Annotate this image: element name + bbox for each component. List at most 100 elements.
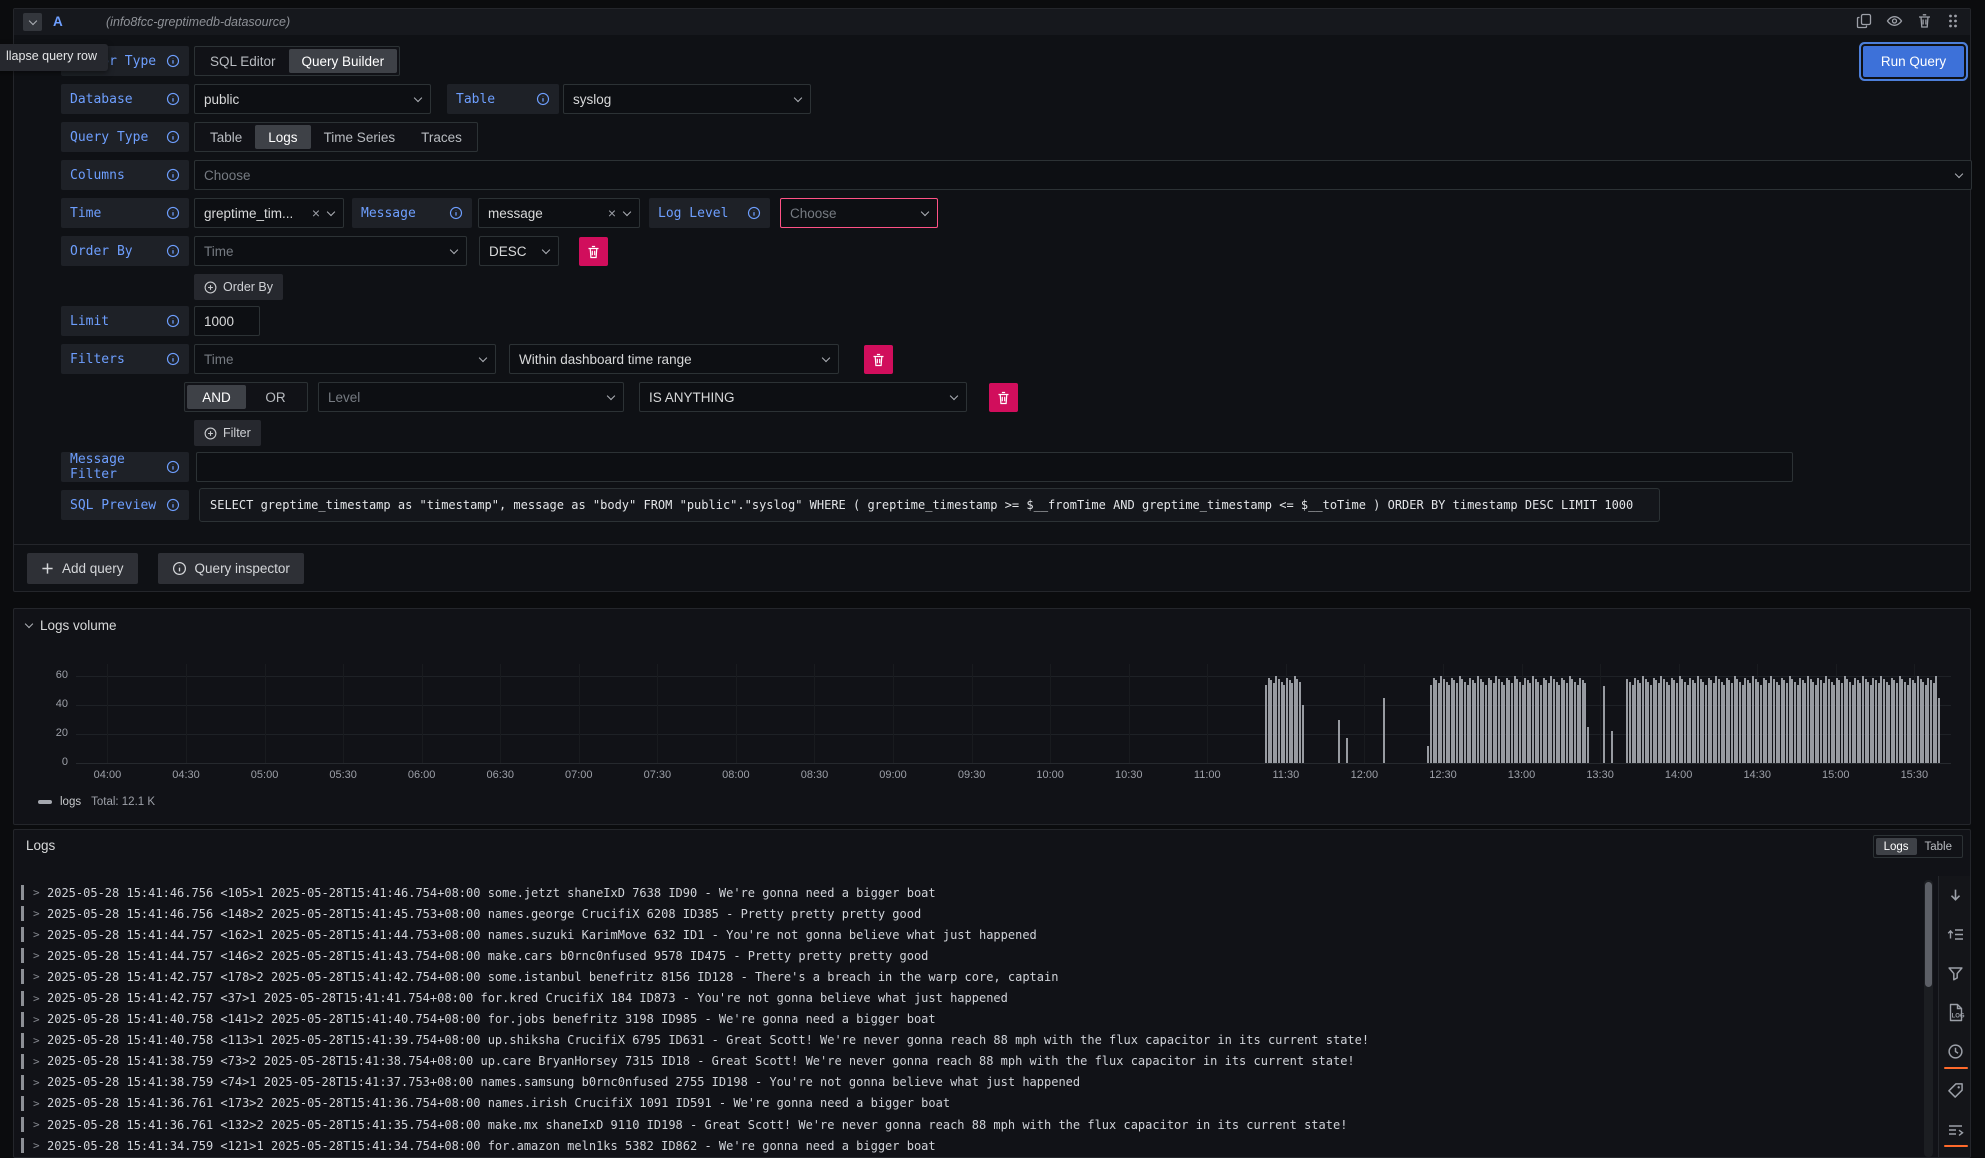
query-type-option-traces[interactable]: Traces xyxy=(408,125,475,149)
volume-bar xyxy=(1587,727,1589,763)
log-row[interactable]: >2025-05-28 15:41:36.761 <132>2 2025-05-… xyxy=(20,1114,1914,1135)
drag-handle-icon[interactable] xyxy=(1946,13,1960,29)
log-row[interactable]: >2025-05-28 15:41:38.759 <73>2 2025-05-2… xyxy=(20,1051,1914,1072)
volume-bar xyxy=(1901,679,1903,763)
log-row[interactable]: >2025-05-28 15:41:38.759 <74>1 2025-05-2… xyxy=(20,1072,1914,1093)
info-icon[interactable] xyxy=(166,460,180,474)
x-axis-tick-label: 11:00 xyxy=(1185,769,1229,781)
log-line-text: 2025-05-28 15:41:42.757 <178>2 2025-05-2… xyxy=(47,970,1058,984)
logs-scrollbar-track[interactable] xyxy=(1924,880,1933,1157)
filter-icon[interactable] xyxy=(1944,962,1968,985)
x-gridline xyxy=(422,664,423,763)
time-column-select[interactable]: greptime_tim... × xyxy=(194,198,344,228)
query-inspector-button[interactable]: Query inspector xyxy=(158,553,304,584)
logic-operator-toggle: ANDOR xyxy=(184,382,308,412)
volume-bar xyxy=(1692,680,1694,763)
filter-condition-select[interactable]: Within dashboard time range xyxy=(509,344,839,374)
info-icon[interactable] xyxy=(166,130,180,144)
log-row[interactable]: >2025-05-28 15:41:36.761 <173>2 2025-05-… xyxy=(20,1093,1914,1114)
log-level-indicator xyxy=(21,1117,24,1132)
clock-icon[interactable] xyxy=(1944,1040,1968,1063)
sub-filter-condition-select[interactable]: IS ANYTHING xyxy=(639,382,967,412)
legend-series-swatch xyxy=(38,800,52,804)
log-file-icon[interactable]: LOG xyxy=(1944,1001,1968,1024)
database-select[interactable]: public xyxy=(194,84,431,114)
editor-type-option-query-builder[interactable]: Query Builder xyxy=(289,49,398,73)
info-icon[interactable] xyxy=(536,92,550,106)
info-icon[interactable] xyxy=(166,244,180,258)
query-type-option-time-series[interactable]: Time Series xyxy=(311,125,409,149)
logic-operator-or[interactable]: OR xyxy=(246,385,305,409)
chevron-down-icon xyxy=(327,207,335,215)
info-icon[interactable] xyxy=(747,206,761,220)
scroll-to-top-icon[interactable] xyxy=(1944,923,1968,946)
query-footer: Add query Query inspector xyxy=(27,553,304,584)
hide-response-eye-icon[interactable] xyxy=(1886,13,1903,29)
log-row[interactable]: >2025-05-28 15:41:34.759 <121>1 2025-05-… xyxy=(20,1135,1914,1156)
info-icon[interactable] xyxy=(166,498,180,512)
log-row[interactable]: >2025-05-28 15:41:40.758 <141>2 2025-05-… xyxy=(20,1009,1914,1030)
log-row[interactable]: >2025-05-28 15:41:42.757 <178>2 2025-05-… xyxy=(20,966,1914,987)
info-icon[interactable] xyxy=(166,54,180,68)
collapse-query-row-button[interactable] xyxy=(23,13,42,31)
volume-bar xyxy=(1453,680,1455,763)
info-icon[interactable] xyxy=(166,352,180,366)
x-gridline xyxy=(343,664,344,763)
database-label: Database xyxy=(61,84,189,114)
limit-row: Limit 1000 xyxy=(61,306,260,336)
filter-field-select[interactable]: Time xyxy=(194,344,496,374)
clear-icon[interactable]: × xyxy=(312,206,320,220)
remove-filter-button[interactable] xyxy=(864,345,893,374)
time-message-loglevel-row: Time greptime_tim... × Message message ×… xyxy=(61,198,938,228)
log-level-select[interactable]: Choose xyxy=(780,198,938,228)
info-icon[interactable] xyxy=(166,92,180,106)
table-select[interactable]: syslog xyxy=(563,84,811,114)
logs-scrollbar-thumb[interactable] xyxy=(1925,882,1932,987)
editor-type-option-sql-editor[interactable]: SQL Editor xyxy=(197,49,289,73)
log-line-text: 2025-05-28 15:41:46.756 <148>2 2025-05-2… xyxy=(47,907,921,921)
log-row[interactable]: >2025-05-28 15:41:40.758 <113>1 2025-05-… xyxy=(20,1030,1914,1051)
add-filter-button[interactable]: Filter xyxy=(194,420,261,446)
add-order-by-button[interactable]: Order By xyxy=(194,274,283,300)
log-row[interactable]: >2025-05-28 15:41:44.757 <162>1 2025-05-… xyxy=(20,924,1914,945)
chevron-down-icon xyxy=(794,93,802,101)
chevron-down-icon xyxy=(28,16,36,24)
add-query-button[interactable]: Add query xyxy=(27,553,138,584)
remove-query-trash-icon[interactable] xyxy=(1917,13,1932,29)
query-type-option-table[interactable]: Table xyxy=(197,125,255,149)
sub-filter-field-select[interactable]: Level xyxy=(318,382,624,412)
logs-view-option-logs[interactable]: Logs xyxy=(1876,838,1917,855)
run-query-button[interactable]: Run Query xyxy=(1863,46,1964,77)
message-column-select[interactable]: message × xyxy=(478,198,640,228)
legend-item-logs[interactable]: logs Total: 12.1 K xyxy=(38,796,155,808)
message-filter-input[interactable] xyxy=(196,452,1793,482)
duplicate-query-icon[interactable] xyxy=(1856,13,1872,29)
log-row[interactable]: >2025-05-28 15:41:46.756 <148>2 2025-05-… xyxy=(20,903,1914,924)
limit-input[interactable]: 1000 xyxy=(194,306,260,336)
info-icon[interactable] xyxy=(166,314,180,328)
logs-volume-header[interactable]: Logs volume xyxy=(26,618,117,633)
info-icon[interactable] xyxy=(166,168,180,182)
order-direction-select[interactable]: DESC xyxy=(479,236,559,266)
clear-icon[interactable]: × xyxy=(608,206,616,220)
info-icon[interactable] xyxy=(449,206,463,220)
order-by-field-select[interactable]: Time xyxy=(194,236,467,266)
remove-order-by-button[interactable] xyxy=(579,237,608,266)
info-icon[interactable] xyxy=(166,206,180,220)
forward-logs-icon[interactable] xyxy=(1944,1118,1968,1141)
logs-side-toolbar: LOG xyxy=(1938,876,1971,1157)
log-row[interactable]: >2025-05-28 15:41:44.757 <146>2 2025-05-… xyxy=(20,945,1914,966)
columns-select[interactable]: Choose xyxy=(194,160,1972,190)
remove-sub-filter-button[interactable] xyxy=(989,383,1018,412)
volume-bar xyxy=(1286,678,1288,764)
query-ref-id[interactable]: A xyxy=(53,14,63,29)
logic-operator-and[interactable]: AND xyxy=(187,385,246,409)
log-row[interactable]: >2025-05-28 15:41:46.756 <105>1 2025-05-… xyxy=(20,882,1914,903)
query-type-option-logs[interactable]: Logs xyxy=(255,125,310,149)
query-row-header[interactable]: A (info8fcc-greptimedb-datasource) xyxy=(14,9,1970,35)
tag-icon[interactable] xyxy=(1944,1079,1968,1102)
log-row[interactable]: >2025-05-28 15:41:42.757 <37>1 2025-05-2… xyxy=(20,987,1914,1008)
plus-icon xyxy=(41,562,54,575)
scroll-to-bottom-icon[interactable] xyxy=(1944,884,1968,907)
logs-view-option-table[interactable]: Table xyxy=(1917,838,1961,855)
